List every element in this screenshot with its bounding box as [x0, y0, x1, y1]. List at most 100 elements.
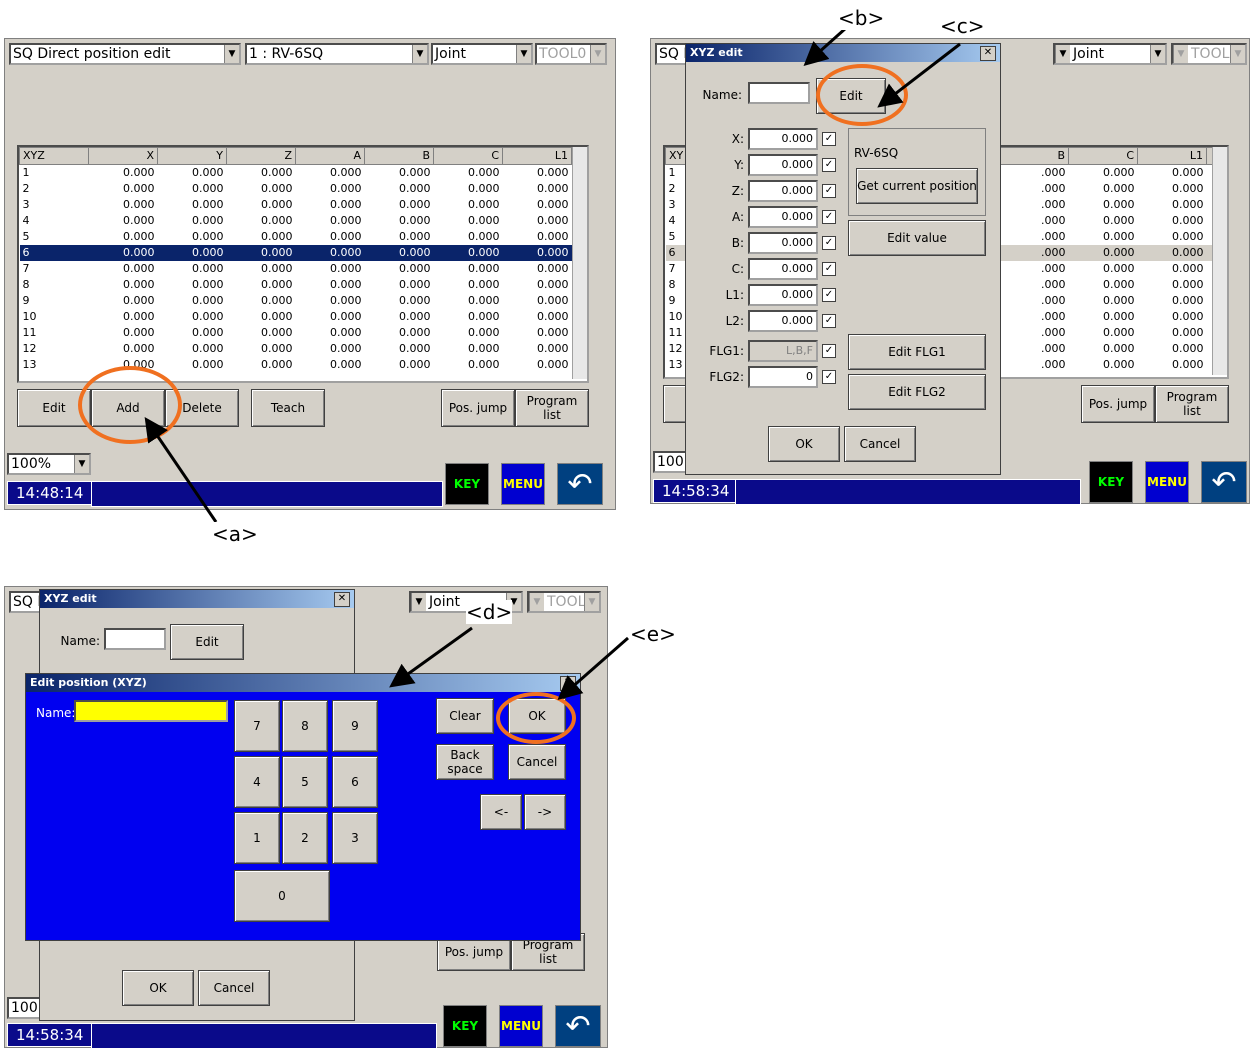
tool-select[interactable]: ▼ TOOL0 ▼	[1171, 43, 1247, 65]
robot-select[interactable]: 1 : RV-6SQ ▼	[245, 43, 429, 65]
key-4[interactable]: 4	[234, 756, 280, 808]
checkbox[interactable]: ✓	[822, 210, 836, 224]
edit-flg1-button[interactable]: Edit FLG1	[848, 334, 986, 370]
coord-select[interactable]: ▼ Joint ▼	[1053, 43, 1167, 65]
table-row[interactable]: 120.0000.0000.0000.0000.0000.0000.0000.0…	[20, 341, 588, 357]
zoom-select[interactable]: 100	[653, 451, 689, 473]
key-3[interactable]: 3	[332, 812, 378, 864]
column-header[interactable]: Z	[226, 147, 296, 165]
clear-button[interactable]: Clear	[436, 698, 494, 734]
get-current-position-button[interactable]: Get current position	[856, 168, 978, 204]
keyboard-icon[interactable]: KEY	[443, 1005, 487, 1047]
table-row[interactable]: 90.0000.0000.0000.0000.0000.0000.0000.0C	[20, 293, 588, 309]
column-header[interactable]: L1	[502, 147, 572, 165]
name-field[interactable]	[104, 628, 166, 650]
chevron-down-icon[interactable]: ▼	[1230, 45, 1245, 63]
table-row[interactable]: 100.0000.0000.0000.0000.0000.0000.0000.0…	[20, 309, 588, 325]
key-5[interactable]: 5	[282, 756, 328, 808]
field-input[interactable]: 0	[748, 366, 818, 388]
keyboard-icon[interactable]: KEY	[1089, 461, 1133, 503]
position-grid[interactable]: XYZXYZABCL1L10.0000.0000.0000.0000.0000.…	[17, 145, 589, 383]
field-input[interactable]: 0.000	[748, 258, 818, 280]
field-input[interactable]: 0.000	[748, 232, 818, 254]
column-header[interactable]: X	[88, 147, 158, 165]
column-header[interactable]: Y	[157, 147, 227, 165]
keypad-cancel-button[interactable]: Cancel	[508, 744, 566, 780]
cursor-left-button[interactable]: <-	[480, 794, 522, 830]
close-icon[interactable]: ✕	[334, 592, 350, 607]
table-row[interactable]: 110.0000.0000.0000.0000.0000.0000.0000.0…	[20, 325, 588, 341]
chevron-down-icon[interactable]: ▼	[590, 45, 605, 63]
column-header[interactable]: C	[433, 147, 503, 165]
key-7[interactable]: 7	[234, 700, 280, 752]
table-row[interactable]: 80.0000.0000.0000.0000.0000.0000.0000.0C	[20, 277, 588, 293]
undo-arrow-icon[interactable]: ↶	[557, 463, 603, 505]
checkbox[interactable]: ✓	[822, 370, 836, 384]
edit-flg2-button[interactable]: Edit FLG2	[848, 374, 986, 410]
key-8[interactable]: 8	[282, 700, 328, 752]
table-row[interactable]: 40.0000.0000.0000.0000.0000.0000.0000.0C	[20, 213, 588, 229]
pos-jump-button[interactable]: Pos. jump	[1081, 385, 1155, 423]
vertical-scrollbar[interactable]	[1212, 147, 1227, 375]
chevron-down-icon[interactable]: ▼	[412, 45, 427, 63]
checkbox[interactable]: ✓	[822, 262, 836, 276]
chevron-down-icon[interactable]: ▼	[224, 45, 239, 63]
close-icon[interactable]: ✕	[560, 676, 576, 691]
column-header[interactable]: B	[364, 147, 434, 165]
cancel-button[interactable]: Cancel	[844, 426, 916, 462]
table-row[interactable]: 30.0000.0000.0000.0000.0000.0000.0000.0C	[20, 197, 588, 213]
key-2[interactable]: 2	[282, 812, 328, 864]
checkbox[interactable]: ✓	[822, 314, 836, 328]
tool-select[interactable]: ▼ TOOL0 ▼	[527, 591, 601, 613]
backspace-button[interactable]: Back space	[436, 744, 494, 780]
field-input[interactable]: L,B,F	[748, 340, 818, 362]
checkbox[interactable]: ✓	[822, 132, 836, 146]
key-0[interactable]: 0	[234, 870, 330, 922]
keypad-name-field[interactable]	[74, 700, 228, 722]
program-list-button[interactable]: Program list	[1155, 385, 1229, 423]
chevron-down-icon[interactable]: ▼	[516, 45, 531, 63]
field-input[interactable]: 0.000	[748, 310, 818, 332]
chevron-down-icon[interactable]: ▼	[1150, 45, 1165, 63]
chevron-down-icon[interactable]: ▼	[74, 455, 89, 473]
checkbox[interactable]: ✓	[822, 184, 836, 198]
cancel-button[interactable]: Cancel	[198, 970, 270, 1006]
table-row[interactable]: 20.0000.0000.0000.0000.0000.0000.0000.0C	[20, 181, 588, 197]
menu-icon[interactable]: MENU	[499, 1005, 543, 1047]
ok-button[interactable]: OK	[768, 426, 840, 462]
key-1[interactable]: 1	[234, 812, 280, 864]
tool-select[interactable]: TOOL0 ▼	[535, 43, 607, 65]
chevron-down-icon[interactable]: ▼	[584, 593, 599, 611]
column-header[interactable]: L1	[1137, 147, 1207, 165]
table-row[interactable]: 70.0000.0000.0000.0000.0000.0000.0000.0C	[20, 261, 588, 277]
chevron-down-icon[interactable]: ▼	[529, 593, 544, 611]
ok-button[interactable]: OK	[122, 970, 194, 1006]
checkbox[interactable]: ✓	[822, 158, 836, 172]
name-edit-button[interactable]: Edit	[170, 624, 244, 660]
undo-arrow-icon[interactable]: ↶	[1201, 461, 1247, 503]
pos-jump-button[interactable]: Pos. jump	[441, 389, 515, 427]
chevron-down-icon[interactable]: ▼	[1173, 45, 1188, 63]
chevron-down-icon[interactable]: ▼	[1055, 45, 1070, 63]
field-input[interactable]: 0.000	[748, 206, 818, 228]
table-row[interactable]: 50.0000.0000.0000.0000.0000.0000.0000.0C	[20, 229, 588, 245]
teach-button[interactable]: Teach	[251, 389, 325, 427]
menu-icon[interactable]: MENU	[501, 463, 545, 505]
key-9[interactable]: 9	[332, 700, 378, 752]
program-list-button[interactable]: Program list	[515, 389, 589, 427]
field-input[interactable]: 0.000	[748, 284, 818, 306]
cursor-right-button[interactable]: ->	[524, 794, 566, 830]
coord-select[interactable]: Joint ▼	[431, 43, 533, 65]
edit-value-button[interactable]: Edit value	[848, 220, 986, 256]
column-header[interactable]: C	[1068, 147, 1138, 165]
column-header[interactable]: XYZ	[19, 147, 89, 165]
undo-arrow-icon[interactable]: ↶	[555, 1005, 601, 1047]
column-header[interactable]: A	[295, 147, 365, 165]
field-input[interactable]: 0.000	[748, 154, 818, 176]
column-header[interactable]: B	[999, 147, 1069, 165]
keyboard-icon[interactable]: KEY	[445, 463, 489, 505]
close-icon[interactable]: ✕	[980, 46, 996, 61]
field-input[interactable]: 0.000	[748, 128, 818, 150]
key-6[interactable]: 6	[332, 756, 378, 808]
vertical-scrollbar[interactable]	[572, 147, 587, 379]
